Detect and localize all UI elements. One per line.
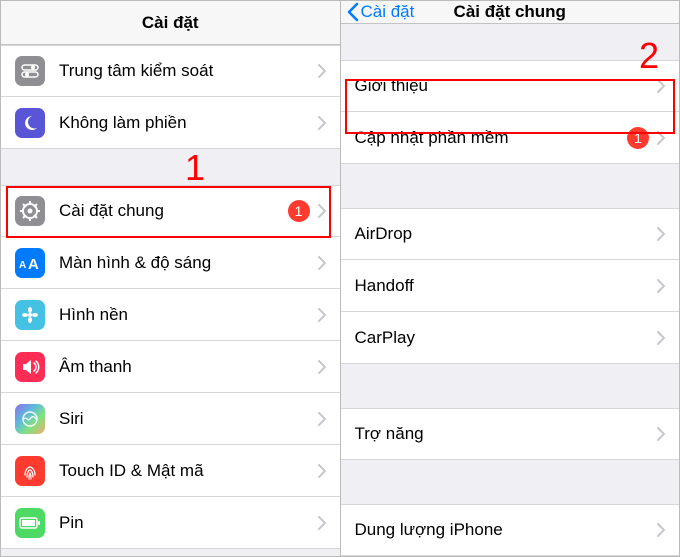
row-battery[interactable]: Pin <box>1 497 340 549</box>
row-label: Cập nhật phần mềm <box>355 128 620 148</box>
row-label: AirDrop <box>355 224 650 244</box>
chevron-right-icon <box>318 360 326 374</box>
settings-list: Trung tâm kiểm soát Không làm phiền Cài … <box>1 45 340 549</box>
row-display-brightness[interactable]: AA Màn hình & độ sáng <box>1 237 340 289</box>
chevron-right-icon <box>318 516 326 530</box>
chevron-right-icon <box>657 331 665 345</box>
annotation-1: 1 <box>185 147 205 189</box>
chevron-right-icon <box>318 64 326 78</box>
chevron-right-icon <box>318 464 326 478</box>
row-label: Âm thanh <box>59 357 310 377</box>
battery-icon <box>15 508 45 538</box>
general-panel: Cài đặt Cài đặt chung Giới thiệu Cập nhậ… <box>341 1 680 556</box>
moon-icon <box>15 108 45 138</box>
chevron-right-icon <box>318 256 326 270</box>
back-label: Cài đặt <box>361 2 415 22</box>
row-label: Touch ID & Mật mã <box>59 461 310 481</box>
navbar-general: Cài đặt Cài đặt chung <box>341 1 680 24</box>
notification-badge: 1 <box>288 200 310 222</box>
row-carplay[interactable]: CarPlay <box>341 312 680 364</box>
row-software-update[interactable]: Cập nhật phần mềm 1 <box>341 112 680 164</box>
row-label: Giới thiệu <box>355 76 650 96</box>
row-label: Không làm phiền <box>59 113 310 133</box>
chevron-right-icon <box>657 279 665 293</box>
chevron-right-icon <box>657 227 665 241</box>
nav-title-general: Cài đặt chung <box>454 2 566 22</box>
row-wallpaper[interactable]: Hình nền <box>1 289 340 341</box>
row-label: Pin <box>59 513 310 533</box>
fingerprint-icon <box>15 456 45 486</box>
text-size-icon: AA <box>15 248 45 278</box>
settings-panel: Cài đặt Trung tâm kiểm soát Không làm ph… <box>1 1 341 556</box>
row-label: Cài đặt chung <box>59 201 280 221</box>
flower-icon <box>15 300 45 330</box>
gear-icon <box>15 196 45 226</box>
back-button[interactable]: Cài đặt <box>347 1 415 23</box>
row-label: Hình nền <box>59 305 310 325</box>
annotation-2: 2 <box>639 35 659 77</box>
navbar-settings: Cài đặt <box>1 1 340 45</box>
chevron-right-icon <box>318 204 326 218</box>
toggles-icon <box>15 56 45 86</box>
svg-text:A: A <box>28 256 39 271</box>
chevron-right-icon <box>657 79 665 93</box>
chevron-left-icon <box>347 2 359 22</box>
row-about[interactable]: Giới thiệu <box>341 60 680 112</box>
row-general[interactable]: Cài đặt chung 1 <box>1 185 340 237</box>
row-iphone-storage[interactable]: Dung lượng iPhone <box>341 504 680 556</box>
row-label: CarPlay <box>355 328 650 348</box>
chevron-right-icon <box>318 116 326 130</box>
chevron-right-icon <box>657 427 665 441</box>
row-accessibility[interactable]: Trợ năng <box>341 408 680 460</box>
row-label: Siri <box>59 409 310 429</box>
general-list: Giới thiệu Cập nhật phần mềm 1 AirDrop H… <box>341 24 680 556</box>
row-sounds[interactable]: Âm thanh <box>1 341 340 393</box>
row-airdrop[interactable]: AirDrop <box>341 208 680 260</box>
row-label: Dung lượng iPhone <box>355 520 650 540</box>
row-label: Màn hình & độ sáng <box>59 253 310 273</box>
row-siri[interactable]: Siri <box>1 393 340 445</box>
chevron-right-icon <box>318 412 326 426</box>
chevron-right-icon <box>318 308 326 322</box>
row-label: Trung tâm kiểm soát <box>59 61 310 81</box>
chevron-right-icon <box>657 131 665 145</box>
row-touch-id[interactable]: Touch ID & Mật mã <box>1 445 340 497</box>
nav-title-settings: Cài đặt <box>142 13 199 33</box>
row-handoff[interactable]: Handoff <box>341 260 680 312</box>
speaker-icon <box>15 352 45 382</box>
row-label: Handoff <box>355 276 650 296</box>
svg-text:A: A <box>19 260 26 271</box>
row-control-center[interactable]: Trung tâm kiểm soát <box>1 45 340 97</box>
row-label: Trợ năng <box>355 424 650 444</box>
siri-icon <box>15 404 45 434</box>
notification-badge: 1 <box>627 127 649 149</box>
row-do-not-disturb[interactable]: Không làm phiền <box>1 97 340 149</box>
chevron-right-icon <box>657 523 665 537</box>
